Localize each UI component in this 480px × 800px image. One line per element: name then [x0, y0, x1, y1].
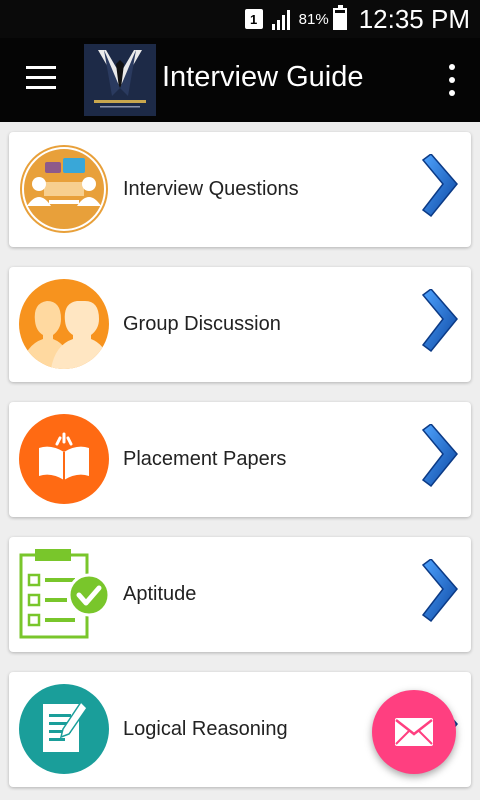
list-item-aptitude[interactable]: Aptitude	[9, 537, 471, 652]
list-item-interview-questions[interactable]: Interview Questions	[9, 132, 471, 247]
checklist-icon	[19, 549, 111, 639]
sim-card-icon: 1	[244, 9, 263, 29]
list-item-label: Group Discussion	[123, 313, 281, 335]
document-pencil-icon	[19, 684, 109, 774]
status-bar: 1 81% 12:35 PM	[0, 0, 480, 38]
chevron-right-icon	[419, 557, 459, 623]
email-fab-button[interactable]	[372, 690, 456, 774]
battery-percent: 81%	[298, 10, 329, 28]
envelope-icon	[395, 718, 433, 746]
list-item-label: Placement Papers	[123, 448, 287, 470]
list-item-group-discussion[interactable]: Group Discussion	[9, 267, 471, 382]
signal-icon	[271, 8, 293, 30]
chevron-right-icon	[419, 287, 459, 353]
app-bar: Interview Guide	[0, 38, 480, 122]
chevron-right-icon	[419, 422, 459, 488]
app-title: Interview Guide	[162, 61, 364, 93]
list-item-placement-papers[interactable]: Placement Papers	[9, 402, 471, 517]
list-item-label: Aptitude	[123, 583, 197, 605]
interview-people-icon	[19, 144, 109, 234]
sim-slot: 1	[250, 11, 258, 27]
chevron-right-icon	[419, 152, 459, 218]
group-people-icon	[19, 279, 109, 369]
app-logo	[84, 44, 156, 116]
list-item-label: Interview Questions	[123, 178, 299, 200]
open-book-icon	[19, 414, 109, 504]
list-item-label: Logical Reasoning	[123, 718, 288, 740]
clock: 12:35 PM	[358, 3, 470, 34]
hamburger-menu-icon[interactable]	[26, 66, 56, 92]
battery-icon	[332, 5, 347, 30]
more-vert-icon[interactable]	[446, 64, 458, 96]
